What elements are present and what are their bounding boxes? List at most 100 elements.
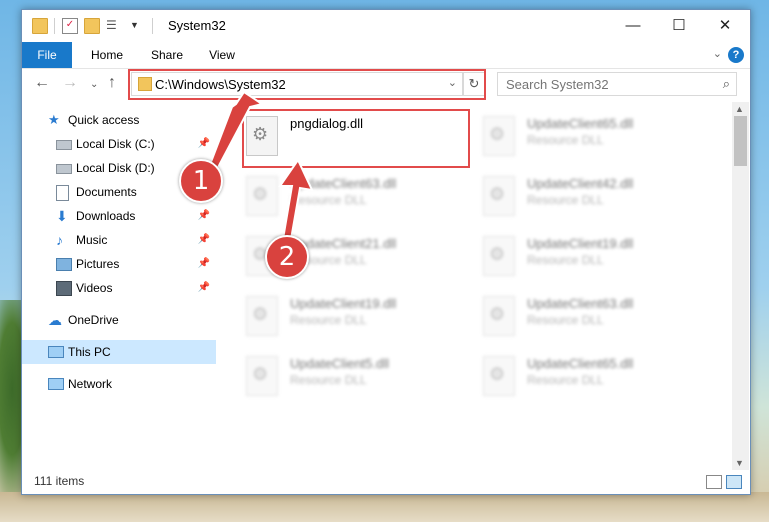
- file-item[interactable]: ⚙ UpdateClient19.dll Resource DLL: [218, 292, 444, 340]
- divider: [54, 18, 55, 34]
- file-type: Resource DLL: [290, 373, 367, 387]
- file-name: UpdateClient65.dll: [527, 356, 634, 371]
- sidebar-item-music[interactable]: ♪ Music 📌: [22, 228, 216, 252]
- search-input[interactable]: [504, 73, 718, 95]
- customize-toolbar-icon[interactable]: ☰: [106, 18, 120, 32]
- file-item[interactable]: ⚙ UpdateClient21.dll Resource DLL: [218, 232, 444, 280]
- sidebar-item-network[interactable]: Network: [22, 372, 216, 396]
- background-sand: [0, 492, 769, 522]
- sidebar-item-label: Local Disk (D:): [76, 161, 155, 175]
- file-item[interactable]: ⚙ UpdateClient42.dll Resource DLL: [455, 172, 681, 220]
- file-name: UpdateClient5.dll: [290, 356, 390, 371]
- file-explorer-window: ✓ ☰ ▼ System32 — ☐ ✕ File Home Share Vie…: [21, 9, 751, 495]
- tab-view[interactable]: View: [202, 42, 242, 68]
- documents-icon: [56, 185, 69, 201]
- sidebar-item-local-disk-c[interactable]: Local Disk (C:) 📌: [22, 132, 216, 156]
- new-folder-icon[interactable]: [84, 18, 100, 34]
- search-icon[interactable]: ⌕: [723, 76, 730, 92]
- pin-icon[interactable]: 📌: [198, 132, 210, 156]
- sidebar-item-label: Network: [68, 377, 113, 391]
- file-type: Resource DLL: [290, 313, 367, 327]
- file-item[interactable]: ⚙ UpdateClient65.dll Resource DLL: [455, 352, 681, 400]
- sidebar-item-label: Downloads: [76, 209, 136, 223]
- sidebar-item-label: This PC: [68, 345, 111, 359]
- forward-arrow-icon[interactable]: →: [62, 74, 78, 92]
- file-name: UpdateClient63.dll: [527, 296, 634, 311]
- search-box[interactable]: ⌕: [497, 72, 737, 96]
- gear-icon: ⚙: [489, 124, 506, 144]
- item-count: 111 items: [34, 474, 85, 488]
- title-bar: ✓ ☰ ▼ System32 — ☐ ✕: [22, 10, 750, 42]
- scroll-down-icon[interactable]: ▼: [735, 458, 744, 468]
- divider: [152, 18, 153, 34]
- sidebar-item-quick-access[interactable]: ★ Quick access: [22, 108, 216, 132]
- scrollbar-thumb[interactable]: [734, 116, 747, 166]
- file-item[interactable]: ⚙ UpdateClient5.dll Resource DLL: [218, 352, 444, 400]
- file-name: UpdateClient65.dll: [527, 116, 634, 131]
- sidebar-item-label: Videos: [76, 281, 113, 295]
- tab-file[interactable]: File: [22, 42, 72, 68]
- back-arrow-icon[interactable]: ←: [34, 74, 50, 92]
- step-2-badge: 2: [265, 235, 309, 279]
- navigation-pane: ★ Quick access Local Disk (C:) 📌 Local D…: [22, 108, 218, 391]
- gear-icon: ⚙: [489, 184, 506, 204]
- tab-share[interactable]: Share: [144, 42, 190, 68]
- file-name: UpdateClient19.dll: [527, 236, 634, 251]
- videos-icon: [56, 281, 72, 296]
- tab-home[interactable]: Home: [84, 42, 130, 68]
- drive-icon: [56, 140, 72, 150]
- pin-icon[interactable]: 📌: [198, 276, 210, 300]
- gear-icon: ⚙: [489, 244, 506, 264]
- folder-icon: [32, 18, 48, 34]
- sidebar-item-label: Quick access: [68, 113, 140, 127]
- step-1-badge: 1: [179, 159, 223, 203]
- recent-locations-icon[interactable]: ⌄: [90, 79, 98, 90]
- file-item[interactable]: ⚙ UpdateClient63.dll Resource DLL: [455, 292, 681, 340]
- file-type: Resource DLL: [527, 253, 604, 267]
- downloads-icon: ⬇: [56, 208, 68, 224]
- details-view-icon[interactable]: [706, 475, 722, 489]
- sidebar-item-downloads[interactable]: ⬇ Downloads 📌: [22, 204, 216, 228]
- properties-icon[interactable]: ✓: [62, 18, 78, 34]
- music-icon: ♪: [56, 232, 63, 248]
- scroll-up-icon[interactable]: ▲: [735, 104, 744, 114]
- up-arrow-icon[interactable]: ↑: [108, 74, 116, 92]
- sidebar-item-label: Music: [76, 233, 108, 247]
- pictures-icon: [56, 258, 72, 271]
- star-icon: ★: [48, 112, 60, 127]
- file-item[interactable]: ⚙ UpdateClient65.dll Resource DLL: [455, 112, 681, 160]
- cloud-icon: ☁: [48, 312, 62, 328]
- sidebar-item-label: Local Disk (C:): [76, 137, 155, 151]
- drive-icon: [56, 164, 72, 174]
- sidebar-item-label: OneDrive: [68, 313, 119, 327]
- file-name: UpdateClient42.dll: [527, 176, 634, 191]
- sidebar-item-onedrive[interactable]: ☁ OneDrive: [22, 308, 216, 332]
- file-name: UpdateClient63.dll: [290, 176, 397, 191]
- file-type: Resource DLL: [527, 133, 604, 147]
- file-name: UpdateClient19.dll: [290, 296, 397, 311]
- file-item[interactable]: ⚙ UpdateClient19.dll Resource DLL: [455, 232, 681, 280]
- status-bar: 111 items: [22, 470, 750, 494]
- close-button[interactable]: ✕: [702, 10, 748, 42]
- network-icon: [48, 378, 64, 390]
- help-button[interactable]: ?: [728, 47, 744, 63]
- sidebar-item-pictures[interactable]: Pictures 📌: [22, 252, 216, 276]
- window-title: System32: [168, 18, 226, 33]
- vertical-scrollbar[interactable]: ▲ ▼: [732, 102, 749, 470]
- maximize-button[interactable]: ☐: [656, 10, 702, 42]
- file-type: Resource DLL: [527, 193, 604, 207]
- large-icons-view-icon[interactable]: [726, 475, 742, 489]
- file-item[interactable]: ⚙ UpdateClient63.dll Resource DLL: [218, 172, 444, 220]
- sidebar-item-label: Pictures: [76, 257, 120, 271]
- file-type: Resource DLL: [527, 313, 604, 327]
- pin-icon[interactable]: 📌: [198, 204, 210, 228]
- address-highlight-box: [128, 69, 486, 100]
- ribbon-tabs: File Home Share View ⌄ ?: [22, 42, 750, 69]
- sidebar-item-this-pc[interactable]: This PC: [22, 340, 216, 364]
- pin-icon[interactable]: 📌: [198, 252, 210, 276]
- minimize-button[interactable]: —: [610, 10, 656, 42]
- sidebar-item-videos[interactable]: Videos 📌: [22, 276, 216, 300]
- pin-icon[interactable]: 📌: [198, 228, 210, 252]
- chevron-down-icon[interactable]: ▼: [130, 18, 144, 32]
- expand-ribbon-icon[interactable]: ⌄: [713, 47, 722, 60]
